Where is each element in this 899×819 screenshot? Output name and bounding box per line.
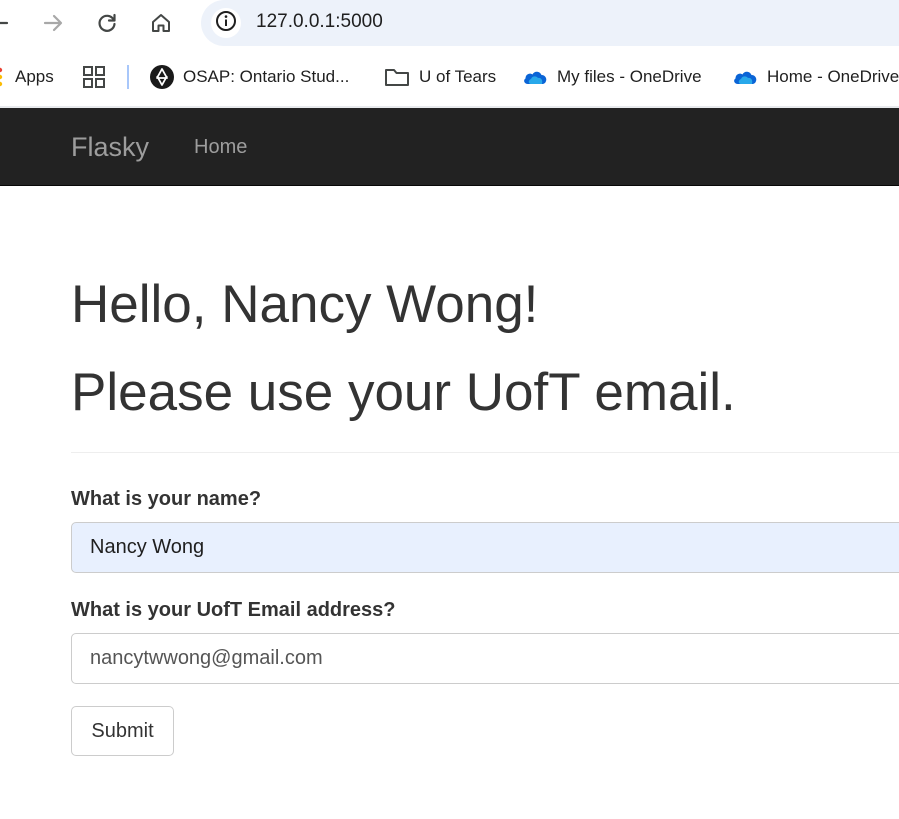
home-icon [150,12,172,34]
name-input[interactable] [71,522,899,573]
bookmark-u-of-tears[interactable]: U of Tears [384,64,496,90]
email-input[interactable] [71,633,899,684]
info-icon [215,10,237,37]
bookmarks-separator [127,65,129,89]
bookmark-label: Apps [15,67,54,86]
forward-button[interactable] [36,6,70,40]
site-navbar: Flasky Home [0,108,899,186]
arrow-left-icon [0,12,10,34]
email-label: What is your UofT Email address? [71,599,396,621]
name-label: What is your name? [71,488,262,510]
navbar-brand[interactable]: Flasky [71,132,149,163]
address-bar[interactable]: 127.0.0.1:5000 [201,0,899,46]
bookmark-label: My files - OneDrive [557,67,702,86]
bookmark-my-files-onedrive[interactable]: My files - OneDrive [522,64,702,90]
bookmark-label: Home - OneDrive [767,67,899,86]
bookmark-grid[interactable] [82,64,115,90]
ontario-trillium-icon [150,65,174,89]
bookmark-label: OSAP: Ontario Stud... [183,67,350,86]
reload-icon [96,12,118,34]
bookmark-home-onedrive[interactable]: Home - OneDrive [732,64,899,90]
reload-button[interactable] [90,6,124,40]
email-warning-heading: Please use your UofT email. [71,363,736,422]
submit-button[interactable]: Submit [71,706,174,756]
browser-toolbar: 127.0.0.1:5000 [0,0,899,46]
home-button[interactable] [144,6,178,40]
grid-icon [82,65,106,89]
url-text[interactable]: 127.0.0.1:5000 [256,11,383,33]
header-divider [71,452,899,453]
onedrive-cloud-icon [522,68,548,86]
apps-dots-icon [0,66,6,88]
page-header: Hello, Nancy Wong! Please use your UofT … [71,272,899,426]
site-info-button[interactable] [211,8,241,38]
bookmark-apps[interactable]: Apps [0,64,54,90]
nav-link-home[interactable]: Home [194,136,247,159]
back-button[interactable] [0,6,16,40]
folder-icon [384,66,410,88]
greeting-heading: Hello, Nancy Wong! [71,275,539,334]
arrow-right-icon [42,12,64,34]
bookmark-osap[interactable]: OSAP: Ontario Stud... [150,64,349,90]
onedrive-cloud-icon [732,68,758,86]
bookmark-label: U of Tears [419,67,497,86]
